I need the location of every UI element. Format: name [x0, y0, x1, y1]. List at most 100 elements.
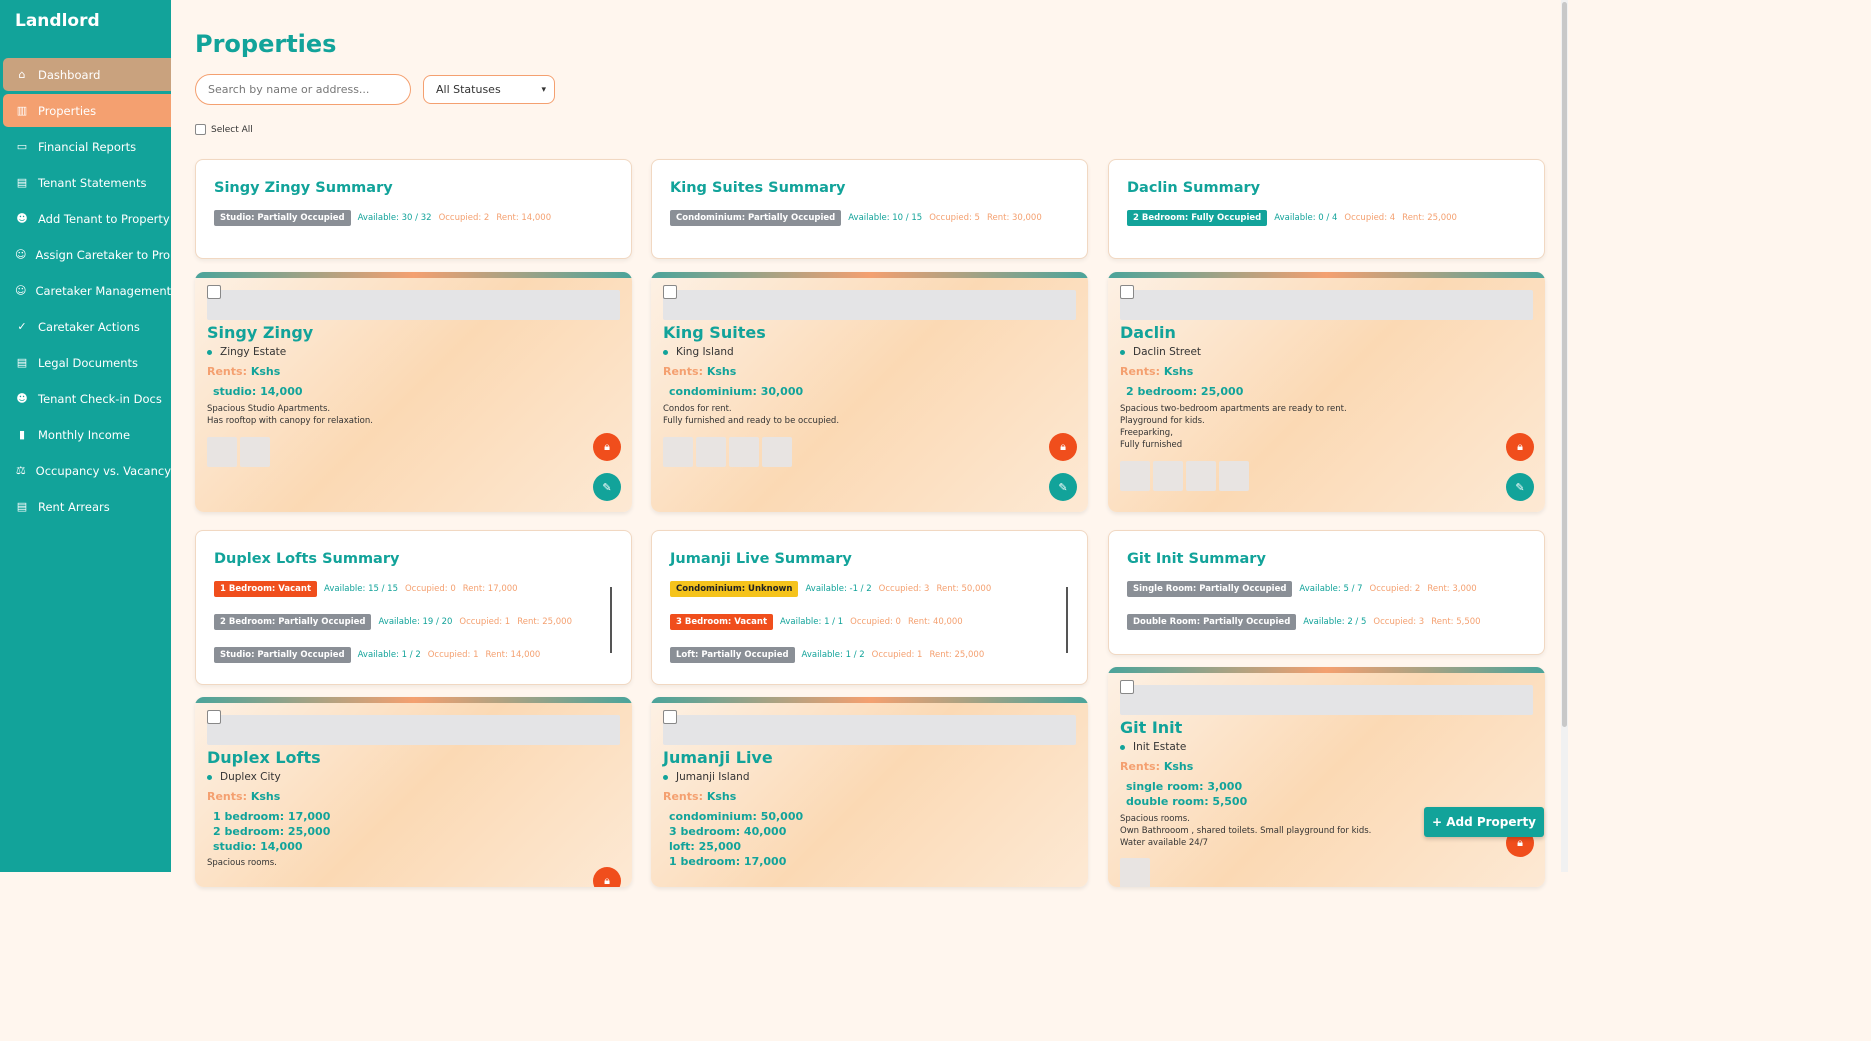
property-card[interactable]: Git Init Init Estate Rents: Kshs single …: [1108, 667, 1545, 887]
available-count: Available: 2 / 5: [1303, 617, 1367, 627]
property-card[interactable]: Jumanji Live Jumanji Island Rents: Kshs …: [651, 697, 1088, 887]
thumbnail[interactable]: [762, 437, 792, 467]
bar-chart-icon: ▮: [18, 428, 26, 441]
property-select-checkbox[interactable]: [1120, 285, 1134, 299]
summary-scrollbar[interactable]: [610, 587, 612, 653]
summary-row: 2 Bedroom: Fully Occupied Available: 0 /…: [1127, 210, 1457, 226]
thumbnail[interactable]: [240, 437, 270, 467]
location-text: Daclin Street: [1133, 346, 1202, 358]
lock-button[interactable]: 🔒︎: [1049, 433, 1077, 461]
sidebar-item-occupancy[interactable]: ⚖ Occupancy vs. Vacancy: [3, 454, 171, 487]
rent-line: 2 bedroom: 25,000: [1126, 385, 1244, 398]
sidebar-item-caretaker-actions[interactable]: ✓ Caretaker Actions: [3, 310, 171, 343]
thumbnail[interactable]: [663, 437, 693, 467]
property-name: Daclin: [1120, 323, 1176, 342]
available-count: Available: 0 / 4: [1274, 213, 1338, 223]
property-select-checkbox[interactable]: [663, 285, 677, 299]
summary-row: 2 Bedroom: Partially Occupied Available:…: [214, 614, 572, 630]
summary-row: Double Room: Partially Occupied Availabl…: [1127, 614, 1481, 630]
bullet-icon: [663, 774, 668, 780]
property-name: King Suites: [663, 323, 766, 342]
summary-title: Jumanji Live Summary: [670, 551, 852, 567]
select-all-checkbox[interactable]: [195, 124, 206, 135]
thumbnail[interactable]: [1186, 461, 1216, 491]
sidebar-item-add-tenant[interactable]: ☻ Add Tenant to Property: [3, 202, 171, 235]
thumbnail[interactable]: [696, 437, 726, 467]
document-icon: ▤: [16, 356, 28, 369]
description-line: Fully furnished: [1120, 440, 1183, 450]
rent-line: 2 bedroom: 25,000: [213, 825, 331, 838]
page-scrollbar[interactable]: [1561, 0, 1568, 872]
property-select-checkbox[interactable]: [663, 710, 677, 724]
thumbnail[interactable]: [1120, 461, 1150, 491]
sidebar-item-label: Monthly Income: [38, 427, 131, 442]
lock-button[interactable]: 🔒︎: [593, 433, 621, 461]
sidebar-item-label: Financial Reports: [38, 139, 137, 154]
sidebar-item-financial-reports[interactable]: ▭ Financial Reports: [3, 130, 171, 163]
rent-amount: Rent: 25,000: [517, 617, 572, 627]
lock-button[interactable]: 🔒︎: [593, 867, 621, 887]
property-card[interactable]: Duplex Lofts Duplex City Rents: Kshs 1 b…: [195, 697, 632, 887]
brand-title: Landlord: [15, 11, 100, 31]
property-select-checkbox[interactable]: [207, 710, 221, 724]
rent-line: studio: 14,000: [213, 840, 303, 853]
rents-header: Rents: Kshs: [663, 365, 736, 378]
occupied-count: Occupied: 1: [459, 617, 511, 627]
card-accent-bar: [1108, 667, 1545, 673]
status-badge: Single Room: Partially Occupied: [1127, 581, 1293, 597]
rents-header: Rents: Kshs: [1120, 365, 1193, 378]
sidebar-item-label: Caretaker Actions: [38, 319, 140, 334]
sidebar-item-rent-arrears[interactable]: ▤ Rent Arrears: [3, 490, 171, 523]
card-accent-bar: [195, 697, 632, 703]
add-property-button[interactable]: + Add Property: [1424, 807, 1544, 837]
sidebar-item-assign-caretaker[interactable]: ☺ Assign Caretaker to Property: [3, 238, 171, 271]
rents-label: Rents:: [207, 365, 247, 378]
property-select-checkbox[interactable]: [207, 285, 221, 299]
rent-list: 2 bedroom: 25,000: [1126, 384, 1243, 399]
rent-line: single room: 3,000: [1126, 780, 1243, 793]
thumbnail[interactable]: [1219, 461, 1249, 491]
thumbnail[interactable]: [207, 437, 237, 467]
status-badge: 2 Bedroom: Partially Occupied: [214, 614, 372, 630]
location-text: Jumanji Island: [676, 771, 750, 783]
property-card[interactable]: King Suites King Island Rents: Kshs cond…: [651, 272, 1088, 512]
sidebar-item-dashboard[interactable]: ⌂ Dashboard: [3, 58, 171, 91]
property-location: Jumanji Island: [663, 771, 749, 783]
occupied-count: Occupied: 0: [850, 617, 901, 627]
sidebar-item-label: Rent Arrears: [38, 499, 110, 514]
edit-button[interactable]: ✎: [593, 473, 621, 501]
edit-button[interactable]: ✎: [1049, 473, 1077, 501]
rent-line: 1 bedroom: 17,000: [669, 855, 787, 868]
property-location: Daclin Street: [1120, 346, 1201, 358]
sidebar-item-legal-documents[interactable]: ▤ Legal Documents: [3, 346, 171, 379]
rents-label: Rents:: [1120, 760, 1160, 773]
thumbnail[interactable]: [1153, 461, 1183, 491]
occupied-count: Occupied: 3: [1373, 617, 1425, 627]
summary-card: Daclin Summary 2 Bedroom: Fully Occupied…: [1108, 159, 1545, 259]
sidebar-item-monthly-income[interactable]: ▮ Monthly Income: [3, 418, 171, 451]
description-line: Spacious rooms.: [207, 858, 277, 868]
property-card[interactable]: Singy Zingy Zingy Estate Rents: Kshs stu…: [195, 272, 632, 512]
thumbnail[interactable]: [1120, 858, 1150, 887]
select-all[interactable]: Select All: [195, 124, 253, 135]
sidebar-item-tenant-checkin[interactable]: ☻ Tenant Check-in Docs: [3, 382, 171, 415]
search-input[interactable]: Search by name or address...: [195, 74, 411, 105]
clipboard-check-icon: ✓: [17, 320, 27, 333]
lock-button[interactable]: 🔒︎: [1506, 433, 1534, 461]
summary-row: Studio: Partially Occupied Available: 1 …: [214, 647, 540, 663]
currency: Kshs: [250, 365, 281, 378]
receipt-icon: ▤: [16, 500, 28, 513]
sidebar-item-properties[interactable]: ▥ Properties: [3, 94, 171, 127]
summary-scrollbar[interactable]: [1066, 587, 1068, 653]
balance-scale-icon: ⚖: [15, 464, 26, 477]
sidebar-item-tenant-statements[interactable]: ▤ Tenant Statements: [3, 166, 171, 199]
scrollbar-thumb[interactable]: [1562, 2, 1567, 727]
sidebar-item-caretaker-management[interactable]: ☺ Caretaker Management: [3, 274, 171, 307]
thumbnail[interactable]: [729, 437, 759, 467]
edit-button[interactable]: ✎: [1506, 473, 1534, 501]
status-badge: 1 Bedroom: Vacant: [214, 581, 318, 597]
property-select-checkbox[interactable]: [1120, 680, 1134, 694]
property-card[interactable]: Daclin Daclin Street Rents: Kshs 2 bedro…: [1108, 272, 1545, 512]
property-name: Duplex Lofts: [207, 748, 321, 767]
status-filter-select[interactable]: All Statuses ▾: [423, 75, 555, 104]
